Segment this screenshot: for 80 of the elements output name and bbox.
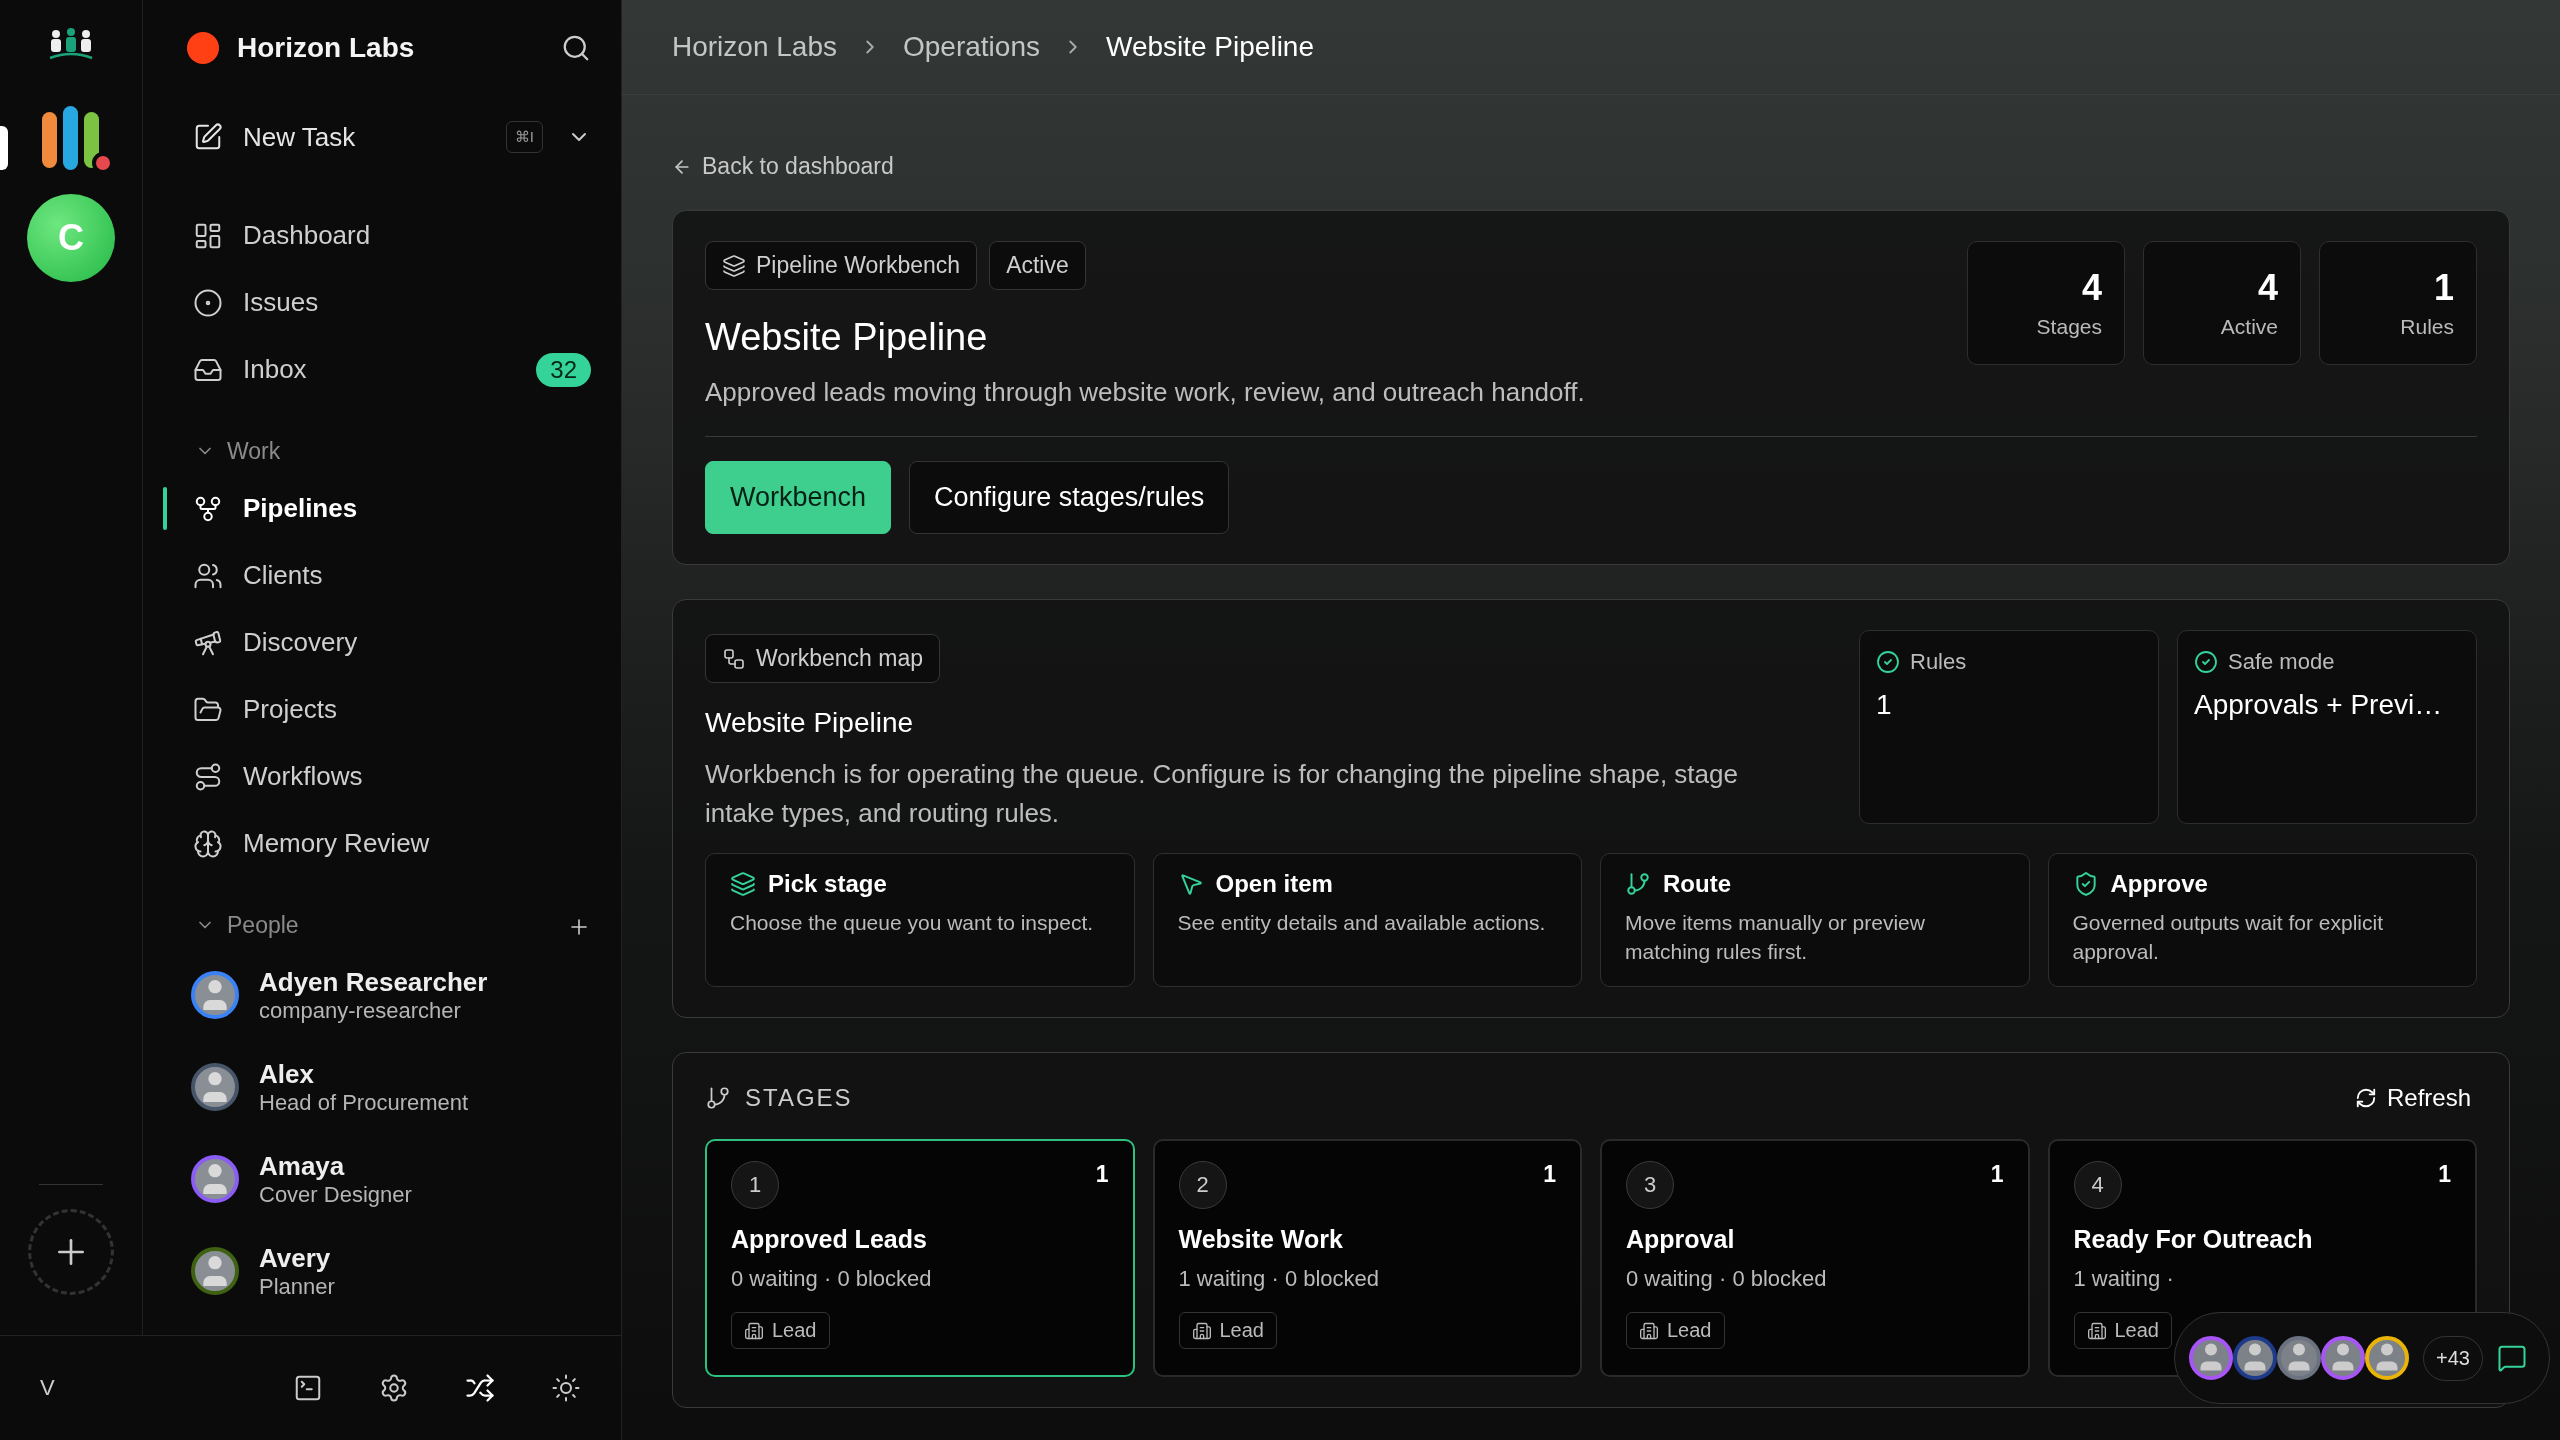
entity-tag: Lead [1178,1312,1277,1349]
stage-name: Approval [1626,1225,1736,1254]
step-text: Choose the queue you want to inspect. [730,910,1095,936]
count-badge: 32 [536,352,591,387]
step-title: Approve [2072,870,2452,898]
section-header[interactable]: People [191,905,567,945]
stage-stats: 0 waiting · 0 blocked [1626,1266,1828,1292]
info-value: Approvals + Previ… [2194,689,2444,721]
version-label: V [40,1375,56,1401]
stage-stats: 1 waiting · 0 blocked [1178,1266,1381,1292]
section-header[interactable]: Work [191,431,591,471]
back-link[interactable]: Back to dashboard [672,153,2510,180]
breadcrumb-link[interactable]: Website Pipeline [1105,31,1314,63]
section-badge: Workbench map [705,634,941,683]
pipeline-badge: Pipeline Workbench [705,241,978,290]
nav-item[interactable]: Dashboard [163,202,591,269]
map-title: Website Pipeline [705,707,914,739]
info-label: Rules [1876,649,2142,675]
nav-item[interactable]: Projects [163,676,591,743]
person-name: Alex [259,1058,315,1090]
step-title: Route [1625,870,2005,898]
stage-card[interactable]: 3 1 Approval 0 waiting · 0 blocked Lead [1600,1139,2030,1377]
nav-item[interactable]: Memory Review [163,810,591,877]
stage-number: 3 [1626,1161,1674,1209]
stat-label: Active [2220,315,2278,339]
stage-name: Ready For Outreach [2073,1225,2314,1254]
stat-value: 1 [2433,267,2454,309]
nav-item[interactable]: Discovery [163,609,591,676]
person-role: Planner [259,1273,335,1300]
stage-name: Website Work [1178,1225,1344,1254]
refresh-button[interactable]: Refresh [2348,1083,2477,1113]
stage-count: 1 [1095,1161,1109,1188]
stage-number: 4 [2073,1161,2122,1209]
stat-label: Rules [2400,315,2454,339]
info-label: Safe mode [2194,649,2460,675]
stage-number: 2 [1178,1161,1227,1209]
stage-count: 1 [1990,1161,2004,1188]
info-value: 1 [1876,689,1893,721]
stat-value: 4 [2081,267,2102,309]
stage-card[interactable]: 1 1 Approved Leads 0 waiting · 0 blocked Lead [705,1139,1135,1377]
stage-number: 1 [731,1161,779,1209]
person-name: Avery [259,1242,332,1274]
breadcrumb-link[interactable]: Horizon Labs [672,31,837,63]
pipeline-title: Website Pipeline [705,316,989,359]
new-task-button[interactable]: New Task [191,121,482,153]
stage-count: 1 [2438,1161,2451,1188]
person-role: Cover Designer [259,1181,412,1208]
stage-stats: 1 waiting · [2073,1266,2175,1292]
person-name: Adyen Researcher [259,966,488,998]
breadcrumb-link[interactable]: Operations [903,31,1040,63]
person-role: Head of Procurement [259,1089,469,1116]
shortcut-hint: ⌘I [505,121,543,153]
pipeline-badge: Active [989,241,1086,290]
pipeline-description: Approved leads moving through website work, review, and outreach handoff. [705,376,1585,409]
view-tab[interactable]: Configure stages/rules [909,461,1230,534]
entity-tag: Lead [1626,1312,1725,1349]
step-title: Pick stage [730,870,1110,898]
workspace-name: Horizon Labs [237,32,416,64]
nav-item[interactable]: Inbox 32 [163,336,591,403]
stat-value: 4 [2257,267,2278,309]
person-name: Amaya [259,1150,346,1182]
person-role: company-researcher [259,997,462,1024]
step-text: Governed outputs wait for explicit approval. [2072,910,2384,966]
view-tab[interactable]: Workbench [705,461,892,534]
stat-label: Stages [2036,315,2102,339]
stage-card[interactable]: 2 1 Website Work 1 waiting · 0 blocked Lead [1152,1139,1582,1377]
nav-item[interactable]: Issues [163,269,591,336]
entity-tag: Lead [731,1312,830,1349]
step-text: Move items manually or preview matching rules first. [1625,910,1926,966]
stage-stats: 0 waiting · 0 blocked [731,1266,933,1292]
step-title: Open item [1177,870,1557,898]
map-description: Workbench is for operating the queue. Configure is for changing the pipeline shape, stage intake types, and routing rules. [705,758,1739,830]
nav-item[interactable]: Workflows [163,743,591,810]
stage-name: Approved Leads [731,1225,928,1254]
step-text: See entity details and available actions. [1177,910,1547,936]
entity-tag: Lead [2073,1312,2172,1349]
nav-item[interactable]: Clients [163,542,591,609]
stage-count: 1 [1543,1161,1556,1188]
stages-heading: STAGES [705,1084,853,1112]
nav-item[interactable]: Pipelines [163,475,591,542]
